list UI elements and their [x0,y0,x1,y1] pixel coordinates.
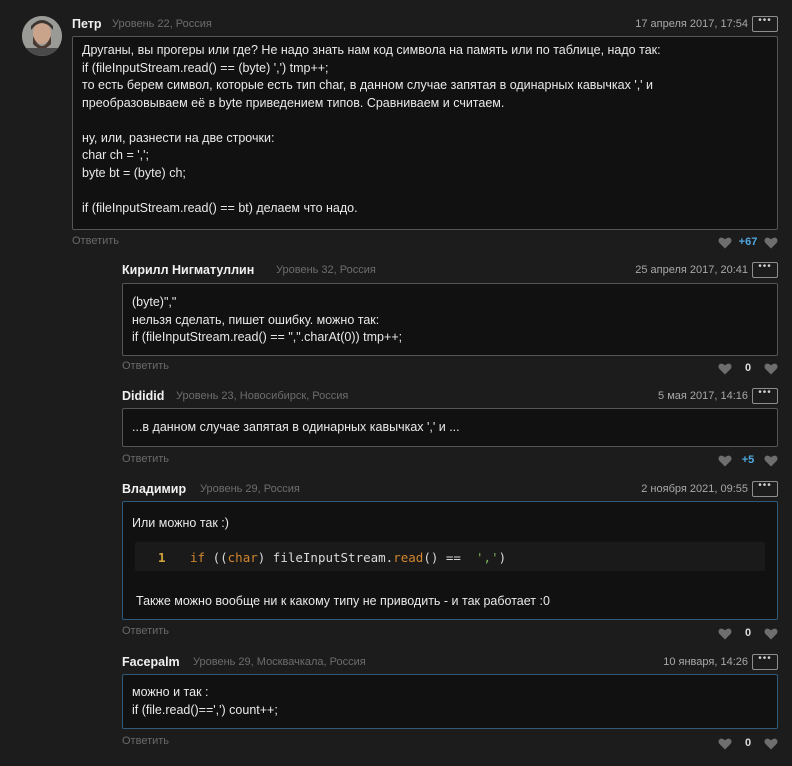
reply-link[interactable]: Ответить [122,625,169,637]
like-heart-icon[interactable] [764,454,778,468]
vote-count: 0 [744,627,752,639]
vote-control: +5 [718,454,778,468]
vote-control: 0 [718,737,778,751]
comment-body: Друганы, вы прогеры или где? Не надо зна… [72,36,778,230]
comment-date: 25 апреля 2017, 20:41 [635,264,748,276]
vote-count: +67 [738,236,758,248]
code-string: ',' [476,550,499,565]
author-name[interactable]: Владимир [122,482,186,496]
vote-count: +5 [741,454,755,466]
like-heart-icon[interactable] [764,627,778,641]
comment-text-line: можно и так : [132,685,209,699]
comment-date: 10 января, 14:26 [663,656,748,668]
dislike-heart-icon[interactable] [718,454,732,468]
vote-count: 0 [744,362,752,374]
dislike-heart-icon[interactable] [718,737,732,751]
reply-link[interactable]: Ответить [122,735,169,747]
reply-link[interactable]: Ответить [122,360,169,372]
comment-text-line: byte bt = (byte) ch; [82,165,186,180]
comment-text-line: то есть берем символ, которые есть тип c… [82,78,654,92]
comment-text-line: ...в данном случае запятая в одинарных к… [132,420,460,434]
like-heart-icon[interactable] [764,737,778,751]
comment-date: 2 ноября 2021, 09:55 [641,483,748,495]
code-keyword: if [190,550,206,565]
author-meta: Уровень 29, Москвачкала, Россия [193,656,366,668]
more-options-button[interactable]: ••• [752,654,778,670]
code-keyword: char [227,550,258,565]
comment-body: ...в данном случае запятая в одинарных к… [122,408,778,447]
comment-text-line: if (fileInputStream.read() == bt) делаем… [82,200,358,215]
comment-date: 5 мая 2017, 14:16 [658,390,748,402]
author-name[interactable]: Dididid [122,389,164,403]
dislike-heart-icon[interactable] [718,236,732,250]
dislike-heart-icon[interactable] [718,362,732,376]
comment-text-line: char ch = ','; [82,148,149,162]
comment-text-line: ну, или, разнести на две строчки: [82,130,275,145]
author-meta: Уровень 29, Россия [200,483,300,495]
code-method: read [393,550,424,565]
comment-text-line: Или можно так :) [132,516,229,530]
code-text: () == [423,550,477,565]
vote-control: +67 [718,236,778,250]
code-line: if ((char) fileInputStream.read() == ','… [190,549,506,567]
author-name[interactable]: Facepalm [122,655,180,669]
reply-link[interactable]: Ответить [122,453,169,465]
user-avatar-icon [22,16,62,56]
code-text: ) fileInputStream. [257,550,394,565]
comment-text-line: преобразовываем её в byte приведением ти… [82,95,505,110]
comment-text-line [82,182,768,200]
vote-count: 0 [744,737,752,749]
author-meta: Уровень 32, Россия [276,264,376,276]
author-name[interactable]: Кирилл Нигматуллин [122,263,254,277]
vote-control: 0 [718,627,778,641]
more-options-button[interactable]: ••• [752,262,778,278]
author-meta: Уровень 23, Новосибирск, Россия [176,390,349,402]
comment-text-line: if (file.read()==',') count++; [132,702,278,717]
comment-text-line: if (fileInputStream.read() == (byte) ','… [82,60,329,75]
comment-header: Кирилл Нигматуллин Уровень 32, Россия 25… [122,262,778,281]
like-heart-icon[interactable] [764,362,778,376]
comment-text-line: (byte)"," [132,295,177,309]
author-meta: Уровень 22, Россия [112,18,212,30]
author-name[interactable]: Петр [72,17,102,31]
comment-text-line [82,112,768,130]
more-options-button[interactable]: ••• [752,16,778,32]
code-line-number: 1 [158,550,166,565]
comment-body: (byte)"," нельзя сделать, пишет ошибку. … [122,283,778,356]
vote-control: 0 [718,362,778,376]
comment-header: Петр Уровень 22, Россия 17 апреля 2017, … [72,16,778,35]
comment-body: можно и так : if (file.read()==',') coun… [122,674,778,729]
avatar[interactable] [22,16,62,56]
more-options-button[interactable]: ••• [752,388,778,404]
like-heart-icon[interactable] [764,236,778,250]
comment-text-line: Друганы, вы прогеры или где? Не надо зна… [82,43,661,57]
reply-link[interactable]: Ответить [72,235,119,247]
comment-body: Или можно так :) 1 if ((char) fileInputS… [122,501,778,620]
comment-text-line: нельзя сделать, пишет ошибку. можно так: [132,312,380,327]
code-block: 1 if ((char) fileInputStream.read() == '… [135,542,765,571]
comment-text-line: if (fileInputStream.read() == ",".charAt… [132,330,403,344]
code-text: (( [205,550,228,565]
more-options-button[interactable]: ••• [752,481,778,497]
dislike-heart-icon[interactable] [718,627,732,641]
comment-header: Владимир Уровень 29, Россия 2 ноября 202… [122,481,778,500]
comment-header: Facepalm Уровень 29, Москвачкала, Россия… [122,654,778,673]
code-text: ) [498,550,507,565]
comment-date: 17 апреля 2017, 17:54 [635,18,748,30]
comment-header: Dididid Уровень 23, Новосибирск, Россия … [122,388,778,407]
comment-text-line: Также можно вообще ни к какому типу не п… [136,594,550,608]
